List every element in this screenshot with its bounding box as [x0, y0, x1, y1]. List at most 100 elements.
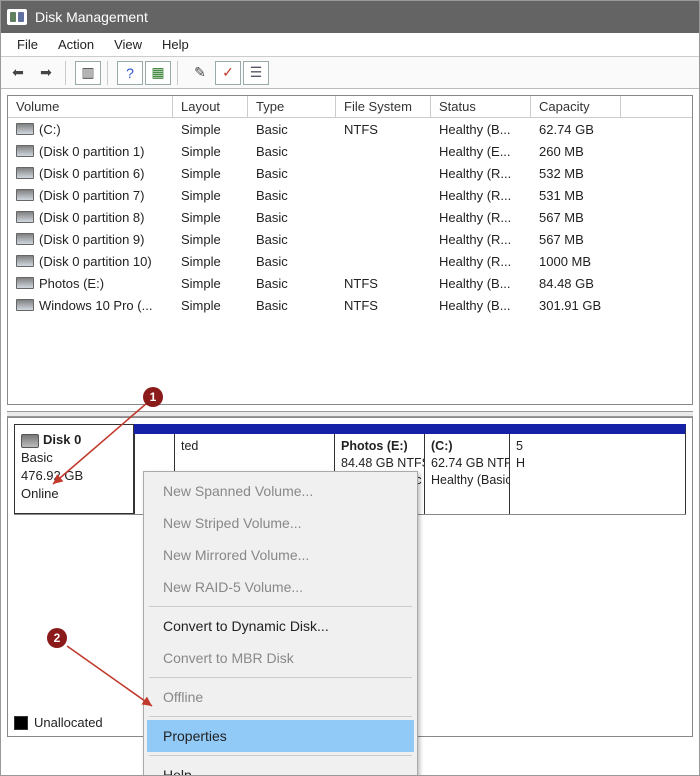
disk-name: Disk 0 [43, 432, 81, 447]
volume-capacity: 260 MB [531, 144, 621, 159]
volume-capacity: 84.48 GB [531, 276, 621, 291]
col-layout[interactable]: Layout [173, 96, 248, 117]
volume-status: Healthy (R... [431, 210, 531, 225]
partition-block[interactable]: 5H [509, 434, 525, 514]
volume-fs: NTFS [336, 298, 431, 313]
grid-icon[interactable]: ▦ [145, 61, 171, 85]
annotation-callout-2: 2 [47, 628, 67, 648]
table-row[interactable]: (Disk 0 partition 1)SimpleBasicHealthy (… [8, 140, 692, 162]
table-row[interactable]: Windows 10 Pro (... SimpleBasicNTFSHealth… [8, 294, 692, 316]
volume-type: Basic [248, 276, 336, 291]
volume-icon [16, 255, 34, 267]
legend-unallocated: Unallocated [14, 715, 103, 730]
volume-layout: Simple [173, 298, 248, 313]
volume-name: (Disk 0 partition 8) [39, 210, 144, 225]
partition-size: 62.74 GB NTF [431, 455, 503, 472]
volume-layout: Simple [173, 166, 248, 181]
window-title: Disk Management [35, 9, 148, 25]
context-menu-separator [149, 716, 412, 717]
partition-size: 5 [516, 438, 519, 455]
context-menu-item: New Striped Volume... [147, 507, 414, 539]
titlebar[interactable]: Disk Management [1, 1, 699, 33]
volume-name: (Disk 0 partition 7) [39, 188, 144, 203]
context-menu-item: New RAID-5 Volume... [147, 571, 414, 603]
context-menu-item[interactable]: Properties [147, 720, 414, 752]
volume-status: Healthy (R... [431, 166, 531, 181]
table-row[interactable]: (Disk 0 partition 10)SimpleBasicHealthy … [8, 250, 692, 272]
menu-file[interactable]: File [7, 35, 48, 54]
check-icon[interactable]: ✓ [215, 61, 241, 85]
app-icon [7, 9, 27, 25]
volume-capacity: 62.74 GB [531, 122, 621, 137]
disk-size-label: 476.92 GB [21, 467, 127, 485]
partition-status: H [516, 455, 519, 472]
volume-capacity: 1000 MB [531, 254, 621, 269]
volume-layout: Simple [173, 210, 248, 225]
toolbar-separator [107, 61, 111, 85]
table-row[interactable]: (Disk 0 partition 7)SimpleBasicHealthy (… [8, 184, 692, 206]
col-capacity[interactable]: Capacity [531, 96, 621, 117]
volume-type: Basic [248, 144, 336, 159]
context-menu-separator [149, 606, 412, 607]
context-menu-item[interactable]: Convert to Dynamic Disk... [147, 610, 414, 642]
help-icon[interactable]: ? [117, 61, 143, 85]
volume-icon [16, 145, 34, 157]
volume-name: (Disk 0 partition 1) [39, 144, 144, 159]
menu-view[interactable]: View [104, 35, 152, 54]
partition-status: Healthy (Basic [431, 472, 503, 489]
volume-status: Healthy (B... [431, 122, 531, 137]
panel-icon[interactable]: ▥ [75, 61, 101, 85]
disk-label-block[interactable]: Disk 0 Basic 476.92 GB Online [14, 424, 134, 514]
table-row[interactable]: (C:)SimpleBasicNTFSHealthy (B...62.74 GB [8, 118, 692, 140]
context-menu-item: New Spanned Volume... [147, 475, 414, 507]
volume-fs: NTFS [336, 122, 431, 137]
volume-status: Healthy (R... [431, 188, 531, 203]
volume-status: Healthy (R... [431, 232, 531, 247]
volume-type: Basic [248, 298, 336, 313]
col-status[interactable]: Status [431, 96, 531, 117]
list-icon[interactable]: ☰ [243, 61, 269, 85]
context-menu-item[interactable]: Help [147, 759, 414, 776]
volume-icon [16, 167, 34, 179]
col-filesystem[interactable]: File System [336, 96, 431, 117]
wand-icon[interactable]: ✎ [187, 61, 213, 85]
volume-type: Basic [248, 232, 336, 247]
context-menu-separator [149, 677, 412, 678]
context-menu-item: Convert to MBR Disk [147, 642, 414, 674]
volume-layout: Simple [173, 144, 248, 159]
legend-swatch-black [14, 716, 28, 730]
volume-capacity: 301.91 GB [531, 298, 621, 313]
menu-help[interactable]: Help [152, 35, 199, 54]
partition-block[interactable]: (C:)62.74 GB NTFHealthy (Basic [424, 434, 509, 514]
table-row[interactable]: (Disk 0 partition 9)SimpleBasicHealthy (… [8, 228, 692, 250]
col-volume[interactable]: Volume [8, 96, 173, 117]
volume-layout: Simple [173, 254, 248, 269]
table-row[interactable]: (Disk 0 partition 6)SimpleBasicHealthy (… [8, 162, 692, 184]
volume-status: Healthy (R... [431, 254, 531, 269]
volume-status: Healthy (B... [431, 298, 531, 313]
volume-layout: Simple [173, 276, 248, 291]
volume-list-panel: Volume Layout Type File System Status Ca… [7, 95, 693, 405]
volume-layout: Simple [173, 122, 248, 137]
toolbar-separator [65, 61, 69, 85]
volume-icon [16, 299, 34, 311]
back-arrow-icon[interactable]: ⬅ [5, 61, 31, 85]
menu-action[interactable]: Action [48, 35, 104, 54]
volume-name: (Disk 0 partition 10) [39, 254, 152, 269]
toolbar-separator [177, 61, 181, 85]
menubar: File Action View Help [1, 33, 699, 57]
volume-list-header: Volume Layout Type File System Status Ca… [8, 96, 692, 118]
volume-status: Healthy (B... [431, 276, 531, 291]
volume-name: Windows 10 Pro (... [39, 298, 152, 313]
forward-arrow-icon[interactable]: ➡ [33, 61, 59, 85]
volume-icon [16, 277, 34, 289]
toolbar: ⬅ ➡ ▥ ? ▦ ✎ ✓ ☰ [1, 57, 699, 89]
legend-unallocated-label: Unallocated [34, 715, 103, 730]
col-type[interactable]: Type [248, 96, 336, 117]
table-row[interactable]: Photos (E:)SimpleBasicNTFSHealthy (B...8… [8, 272, 692, 294]
volume-icon [16, 211, 34, 223]
table-row[interactable]: (Disk 0 partition 8)SimpleBasicHealthy (… [8, 206, 692, 228]
volume-name: (Disk 0 partition 9) [39, 232, 144, 247]
volume-icon [16, 233, 34, 245]
volume-fs: NTFS [336, 276, 431, 291]
